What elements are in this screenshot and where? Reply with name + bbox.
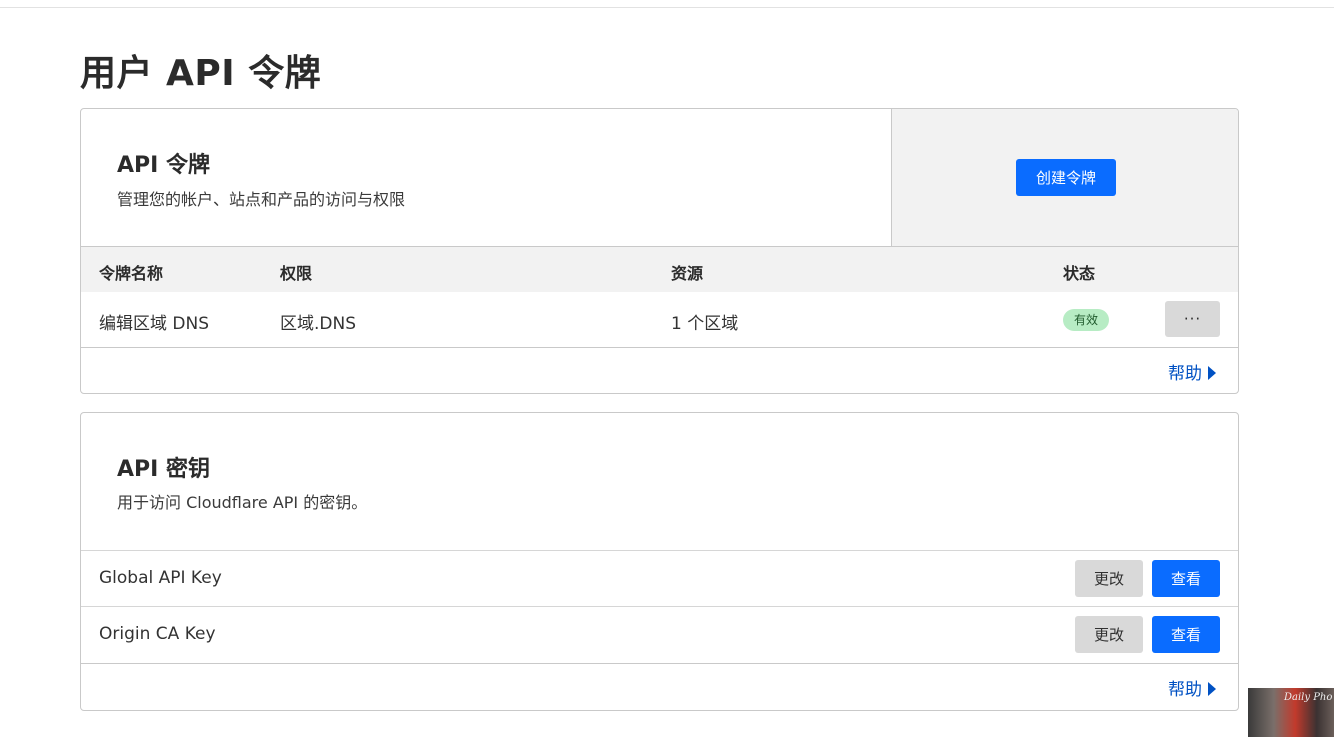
api-tokens-actions: 创建令牌 bbox=[891, 109, 1238, 246]
api-tokens-card: API 令牌 管理您的帐户、站点和产品的访问与权限 创建令牌 令牌名称 权限 资… bbox=[80, 108, 1239, 394]
create-token-button[interactable]: 创建令牌 bbox=[1016, 159, 1116, 196]
column-header-resource: 资源 bbox=[671, 264, 704, 283]
api-tokens-header: API 令牌 管理您的帐户、站点和产品的访问与权限 bbox=[81, 109, 891, 246]
api-keys-card: API 密钥 用于访问 Cloudflare API 的密钥。 Global A… bbox=[80, 412, 1239, 711]
status-badge: 有效 bbox=[1063, 309, 1109, 331]
help-link-label: 帮助 bbox=[1168, 680, 1202, 700]
table-row: 编辑区域 DNS 区域.DNS 1 个区域 有效 ··· bbox=[81, 292, 1238, 347]
api-tokens-title: API 令牌 bbox=[117, 153, 210, 178]
top-divider bbox=[0, 7, 1334, 8]
help-link[interactable]: 帮助 bbox=[1168, 675, 1216, 700]
api-tokens-description: 管理您的帐户、站点和产品的访问与权限 bbox=[117, 190, 406, 209]
thumbnail-text: Daily Pho bbox=[1284, 692, 1333, 703]
change-key-button[interactable]: 更改 bbox=[1075, 616, 1143, 653]
api-keys-footer: 帮助 bbox=[81, 663, 1238, 709]
list-item: Global API Key 更改 查看 bbox=[81, 550, 1238, 607]
view-key-button[interactable]: 查看 bbox=[1152, 560, 1220, 597]
video-thumbnail: Daily Pho bbox=[1248, 688, 1334, 737]
page-title: 用户 API 令牌 bbox=[80, 53, 322, 94]
column-header-status: 状态 bbox=[1063, 264, 1096, 283]
change-key-button[interactable]: 更改 bbox=[1075, 560, 1143, 597]
token-permission: 区域.DNS bbox=[280, 314, 357, 334]
help-link-label: 帮助 bbox=[1168, 364, 1202, 384]
list-item: Origin CA Key 更改 查看 bbox=[81, 606, 1238, 663]
column-header-permission: 权限 bbox=[280, 264, 313, 283]
token-resource: 1 个区域 bbox=[671, 314, 739, 334]
caret-right-icon bbox=[1208, 366, 1216, 380]
view-key-button[interactable]: 查看 bbox=[1152, 616, 1220, 653]
tokens-table-header: 令牌名称 权限 资源 状态 bbox=[81, 246, 1238, 292]
api-tokens-footer: 帮助 bbox=[81, 347, 1238, 393]
more-actions-button[interactable]: ··· bbox=[1165, 301, 1220, 337]
token-name: 编辑区域 DNS bbox=[99, 314, 210, 334]
key-name: Global API Key bbox=[99, 568, 222, 588]
caret-right-icon bbox=[1208, 682, 1216, 696]
key-name: Origin CA Key bbox=[99, 624, 216, 644]
help-link[interactable]: 帮助 bbox=[1168, 359, 1216, 384]
api-keys-title: API 密钥 bbox=[117, 457, 210, 482]
ellipsis-icon: ··· bbox=[1183, 310, 1202, 328]
api-keys-description: 用于访问 Cloudflare API 的密钥。 bbox=[117, 493, 368, 512]
column-header-token-name: 令牌名称 bbox=[99, 264, 164, 283]
